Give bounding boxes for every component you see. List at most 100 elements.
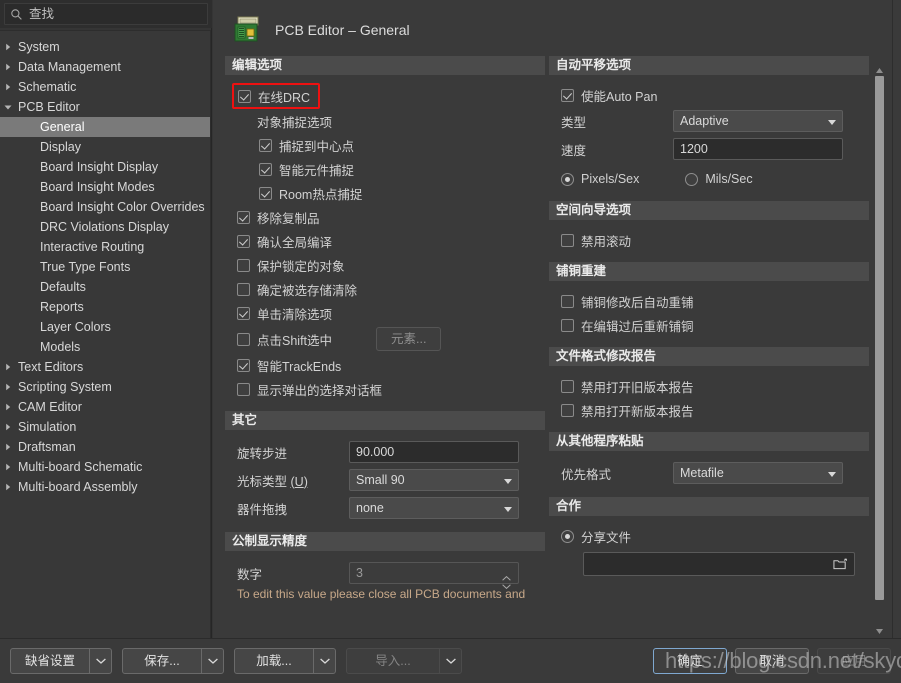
auto-pan-style-select[interactable]: Adaptive xyxy=(673,110,843,132)
checkbox-show-popup-select-dialog[interactable]: 显示弹出的选择对话框 xyxy=(237,377,545,401)
load-dropdown-arrow-icon[interactable] xyxy=(313,649,335,673)
sidebar-item-cam-editor[interactable]: CAM Editor xyxy=(0,397,210,417)
sidebar-item-schematic[interactable]: Schematic xyxy=(0,77,210,97)
sidebar-item-reports[interactable]: Reports xyxy=(0,297,210,317)
checkbox-enable-auto-pan[interactable]: 使能Auto Pan xyxy=(561,83,869,107)
checkbox-snap-to-center[interactable]: 捕捉到中心点 xyxy=(259,133,545,157)
radio-mils-sec[interactable] xyxy=(685,172,699,186)
defaults-dropdown-arrow-icon[interactable] xyxy=(89,649,111,673)
import-dropdown-arrow-icon[interactable] xyxy=(439,649,461,673)
elements-button[interactable]: 元素... xyxy=(376,327,442,351)
chevron-collapsed-icon[interactable] xyxy=(0,443,16,451)
settings-tree[interactable]: System Data Management Schematic PCB Editor… xyxy=(0,30,211,638)
checkbox-disable-open-new-report[interactable]: 禁用打开新版本报告 xyxy=(561,398,869,422)
sidebar-item-layer-colors[interactable]: Layer Colors xyxy=(0,317,210,337)
sidebar-item-label: Interactive Routing xyxy=(40,240,145,254)
sidebar-item-draftsman[interactable]: Draftsman xyxy=(0,437,210,457)
scrollbar-thumb[interactable] xyxy=(875,76,884,600)
sidebar-item-label: Text Editors xyxy=(18,360,84,374)
checkbox-smart-trackends[interactable]: 智能TrackEnds xyxy=(237,353,545,377)
save-button[interactable]: 保存... xyxy=(123,649,201,673)
chevron-up-icon[interactable] xyxy=(502,567,511,581)
cancel-button[interactable]: 取消 xyxy=(735,648,809,674)
sidebar-item-display[interactable]: Display xyxy=(0,137,210,157)
right-column: 自动平移选项 使能Auto Pan 类型 Adaptive 速度 1200 Pi… xyxy=(549,56,869,638)
search-input[interactable] xyxy=(29,7,202,21)
checkbox-repour-after-modify[interactable]: 在编辑过后重新铺铜 xyxy=(561,313,869,337)
checkbox-smart-component-snap[interactable]: 智能元件捕捉 xyxy=(259,157,545,181)
checkbox-click-clears-selection[interactable]: 单击清除选项 xyxy=(237,301,545,325)
chevron-collapsed-icon[interactable] xyxy=(0,363,16,371)
chevron-down-icon[interactable] xyxy=(502,575,511,590)
sidebar-item-multi-board-schematic[interactable]: Multi-board Schematic xyxy=(0,457,210,477)
auto-pan-style-label: 类型 xyxy=(561,115,587,130)
search-box[interactable] xyxy=(4,3,208,25)
sidebar-item-multi-board-assembly[interactable]: Multi-board Assembly xyxy=(0,477,210,497)
checkbox-box xyxy=(237,234,250,248)
ok-button[interactable]: 确定 xyxy=(653,648,727,674)
sidebar-item-pcb-editor[interactable]: PCB Editor xyxy=(0,97,210,117)
load-button[interactable]: 加载... xyxy=(235,649,313,673)
sidebar-item-simulation[interactable]: Simulation xyxy=(0,417,210,437)
checkbox-room-hotspot-snap[interactable]: Room热点捕捉 xyxy=(259,181,545,205)
digits-stepper[interactable]: 3 xyxy=(349,562,519,590)
sidebar-item-defaults[interactable]: Defaults xyxy=(0,277,210,297)
chevron-collapsed-icon[interactable] xyxy=(0,83,16,91)
radio-pixels-sec[interactable] xyxy=(561,172,574,186)
chevron-collapsed-icon[interactable] xyxy=(0,383,16,391)
save-split-button[interactable]: 保存... xyxy=(122,648,224,674)
radio-shared-file-label: 分享文件 xyxy=(581,530,632,545)
chevron-collapsed-icon[interactable] xyxy=(0,403,16,411)
sidebar-item-system[interactable]: System xyxy=(0,37,210,57)
sidebar-item-general[interactable]: General xyxy=(0,117,210,137)
sidebar-item-scripting-system[interactable]: Scripting System xyxy=(0,377,210,397)
sidebar-item-board-insight-modes[interactable]: Board Insight Modes xyxy=(0,177,210,197)
checkbox-box[interactable] xyxy=(237,332,250,346)
sidebar-item-board-insight-display[interactable]: Board Insight Display xyxy=(0,157,210,177)
checkbox-protect-locked-objects[interactable]: 保护锁定的对象 xyxy=(237,253,545,277)
radio-mils-sec-label: Mils/Sec xyxy=(705,172,753,186)
sidebar-item-data-management[interactable]: Data Management xyxy=(0,57,210,77)
defaults-button[interactable]: 缺省设置 xyxy=(11,649,89,673)
load-split-button[interactable]: 加载... xyxy=(234,648,336,674)
checkbox-confirm-selection-memory-clear[interactable]: 确定被选存储清除 xyxy=(237,277,545,301)
component-drag-label: 器件拖拽 xyxy=(237,502,288,517)
chevron-collapsed-icon[interactable] xyxy=(0,63,16,71)
sidebar-item-drc-violations-display[interactable]: DRC Violations Display xyxy=(0,217,210,237)
main-scrollbar[interactable] xyxy=(874,62,885,634)
checkbox-box xyxy=(561,294,574,308)
checkbox-repour-after-edit[interactable]: 铺铜修改后自动重铺 xyxy=(561,289,869,313)
checkbox-disable-open-old-report[interactable]: 禁用打开旧版本报告 xyxy=(561,374,869,398)
chevron-collapsed-icon[interactable] xyxy=(0,483,16,491)
sidebar-item-models[interactable]: Models xyxy=(0,337,210,357)
sidebar-item-text-editors[interactable]: Text Editors xyxy=(0,357,210,377)
checkbox-online-drc[interactable]: 在线DRC xyxy=(238,85,310,107)
defaults-split-button[interactable]: 缺省设置 xyxy=(10,648,112,674)
sidebar-item-label: Board Insight Modes xyxy=(40,180,155,194)
shared-file-path-input[interactable] xyxy=(583,552,855,576)
preferred-format-select[interactable]: Metafile xyxy=(673,462,843,484)
chevron-collapsed-icon[interactable] xyxy=(0,423,16,431)
auto-pan-speed-input[interactable]: 1200 xyxy=(673,138,843,160)
checkbox-disable-roll[interactable]: 禁用滚动 xyxy=(561,228,869,252)
chevron-collapsed-icon[interactable] xyxy=(0,43,16,51)
checkbox-confirm-global-edit[interactable]: 确认全局编译 xyxy=(237,229,545,253)
row-rotation-step: 旋转步进 90.000 xyxy=(233,438,545,466)
section-auto-pan: 使能Auto Pan 类型 Adaptive 速度 1200 Pixels/Se… xyxy=(549,83,869,201)
sidebar-item-interactive-routing[interactable]: Interactive Routing xyxy=(0,237,210,257)
folder-open-icon[interactable] xyxy=(833,557,848,576)
scroll-up-arrow-icon[interactable] xyxy=(875,62,884,73)
left-column: 编辑选项 在线DRC 对象捕捉选项 捕捉到中心点 智能元件捕捉 Room热点捕捉… xyxy=(225,56,545,638)
sidebar-item-true-type-fonts[interactable]: True Type Fonts xyxy=(0,257,210,277)
cursor-type-select[interactable]: Small 90 xyxy=(349,469,519,491)
scroll-down-arrow-icon[interactable] xyxy=(875,623,884,634)
chevron-collapsed-icon[interactable] xyxy=(0,463,16,471)
sidebar-item-board-insight-color-overrides[interactable]: Board Insight Color Overrides xyxy=(0,197,210,217)
section-collaboration: 分享文件 xyxy=(549,524,869,586)
chevron-expanded-icon[interactable] xyxy=(0,103,16,111)
component-drag-select[interactable]: none xyxy=(349,497,519,519)
save-dropdown-arrow-icon[interactable] xyxy=(201,649,223,673)
radio-shared-file-row[interactable]: 分享文件 xyxy=(561,524,869,548)
rotation-step-input[interactable]: 90.000 xyxy=(349,441,519,463)
checkbox-remove-duplicates[interactable]: 移除复制品 xyxy=(237,205,545,229)
